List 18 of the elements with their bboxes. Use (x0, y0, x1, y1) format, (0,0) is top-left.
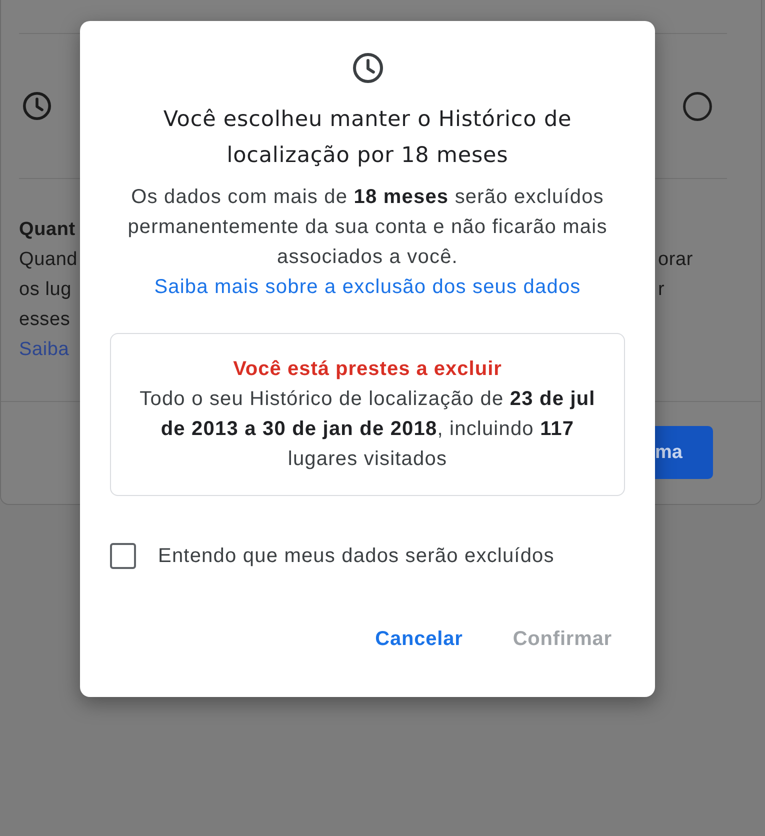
action-button[interactable]: ma (654, 426, 713, 479)
clock-icon (352, 53, 382, 83)
checkbox[interactable] (110, 543, 136, 569)
dialog-button[interactable]: Cancelar (367, 621, 471, 657)
paragraph-fragment: Quand (19, 248, 78, 272)
warning-title: Você está prestes a excluir (233, 357, 502, 382)
clock-icon (23, 92, 51, 120)
dialog-body-text: Os dados com mais de 18 meses serão excluídos permanentemente da sua conta e não ficarão mais associados a você. Saiba mais sobre a exclusão dos seus dados (126, 185, 608, 300)
learn-more-link[interactable]: Saiba mais sobre a exclusão dos seus dados (154, 276, 581, 298)
paragraph-fragment: os lug (19, 278, 72, 302)
warning-text: Todo o seu Histórico de localização de 23 de jul de 2013 a 30 de jan de 2018, incluindo 117 lugares visitados (138, 387, 596, 472)
dialog-title: Você escolheu manter o Histórico de localização por 18 meses (162, 106, 573, 170)
paragraph-fragment: esses (19, 308, 70, 332)
paragraph-fragment: orar (658, 248, 693, 272)
radio-button[interactable] (683, 92, 712, 120)
checkbox-label[interactable]: Entendo que meus dados serão excluídos (158, 541, 554, 571)
paragraph-fragment: r (658, 278, 665, 302)
section-heading: Quant (19, 218, 76, 242)
